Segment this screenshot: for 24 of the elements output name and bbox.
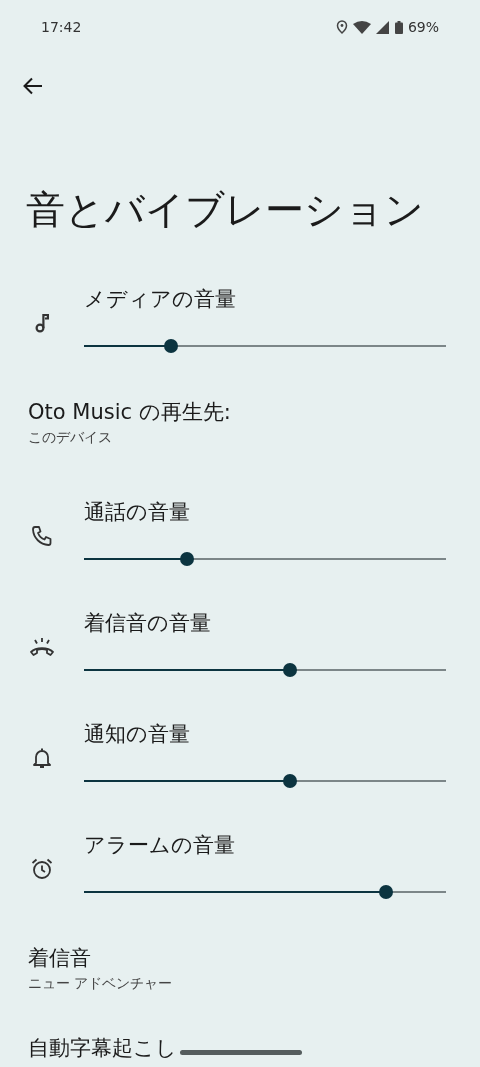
page-title: 音とバイブレーション [26, 186, 425, 234]
volume-label: 着信音の音量 [84, 610, 212, 637]
setting-title[interactable]: Oto Music の再生先: [28, 397, 452, 427]
setting-summary: ニュー アドベンチャー [28, 974, 174, 993]
wifi-icon [352, 20, 371, 34]
signal-icon [375, 20, 390, 34]
battery-icon [394, 20, 403, 34]
battery-percent: 69% [407, 19, 439, 35]
navigation-handle[interactable] [180, 1050, 302, 1055]
volume-label: アラームの音量 [84, 832, 236, 859]
volume-label: 通知の音量 [84, 721, 191, 748]
music-note-icon [35, 313, 49, 333]
setting-title[interactable]: 自動字幕起こし [28, 1033, 452, 1063]
ringing-phone-icon [29, 636, 55, 658]
clock-time: 17:42 [41, 19, 82, 35]
setting-title[interactable]: 着信音 [28, 943, 452, 973]
bell-icon [32, 747, 52, 769]
phone-icon [30, 524, 54, 548]
setting-summary: このデバイス [28, 428, 113, 447]
volume-label: 通話の音量 [84, 499, 191, 526]
back-arrow-icon[interactable] [23, 77, 43, 95]
volume-label: メディアの音量 [84, 286, 237, 313]
location-icon [335, 20, 348, 34]
alarm-clock-icon [30, 857, 54, 881]
